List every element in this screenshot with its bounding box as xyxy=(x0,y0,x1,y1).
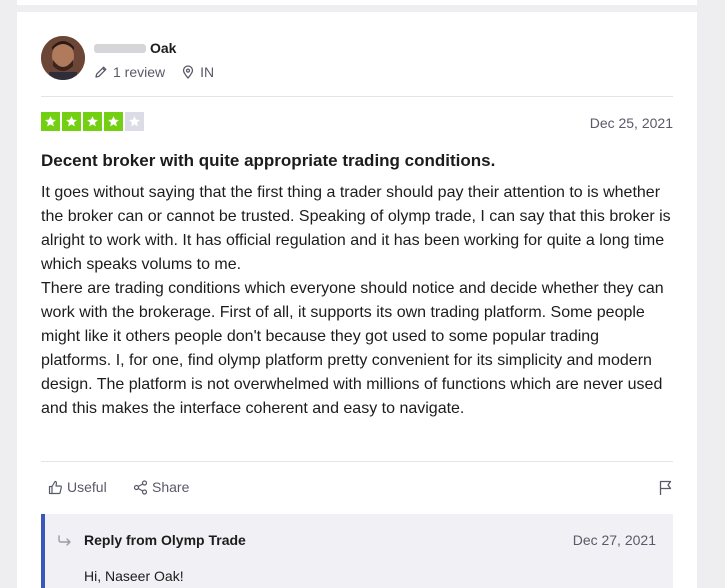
country-code: IN xyxy=(200,64,215,80)
reply-author: Reply from Olymp Trade xyxy=(84,532,246,548)
review-title[interactable]: Decent broker with quite appropriate tra… xyxy=(41,151,673,171)
review-actions: Useful Share xyxy=(41,479,673,499)
actions-divider xyxy=(41,461,673,462)
star-icon xyxy=(62,112,81,131)
reply-date: Dec 27, 2021 xyxy=(572,532,656,548)
flag-icon[interactable] xyxy=(658,480,673,496)
useful-label: Useful xyxy=(67,479,107,495)
review-count: 1 review xyxy=(94,64,165,80)
previous-review-card xyxy=(17,0,697,5)
rating-row: Dec 25, 2021 xyxy=(41,112,673,134)
reply-header: Reply from Olymp Trade xyxy=(57,532,246,548)
star-icon xyxy=(41,112,60,131)
company-reply: Reply from Olymp Trade Dec 27, 2021 Hi, … xyxy=(41,514,673,588)
share-label: Share xyxy=(152,479,190,495)
review-date: Dec 25, 2021 xyxy=(589,115,673,131)
star-icon xyxy=(104,112,123,131)
review-card: Oak 1 review IN Dec 25, 2021 Decent brok… xyxy=(17,12,697,588)
star-icon xyxy=(125,112,144,131)
review-count-label: 1 review xyxy=(113,64,166,80)
reviewer-name[interactable]: Oak xyxy=(150,40,176,56)
thumbs-up-icon xyxy=(48,480,62,494)
reply-text: Hi, Naseer Oak! xyxy=(84,568,184,584)
avatar[interactable] xyxy=(41,36,85,80)
share-icon xyxy=(133,479,148,495)
header-divider xyxy=(41,96,673,97)
reviewer-location: IN xyxy=(181,64,214,80)
pencil-icon xyxy=(95,66,107,78)
star-rating xyxy=(41,112,673,131)
reply-arrow-icon xyxy=(58,535,71,546)
star-icon xyxy=(83,112,102,131)
useful-button[interactable]: Useful xyxy=(48,479,107,495)
share-button[interactable]: Share xyxy=(133,479,189,495)
redacted-name xyxy=(94,44,146,53)
location-pin-icon xyxy=(182,65,194,79)
reviewer-header: Oak 1 review IN xyxy=(41,36,214,80)
review-body: It goes without saying that the first th… xyxy=(41,184,671,417)
